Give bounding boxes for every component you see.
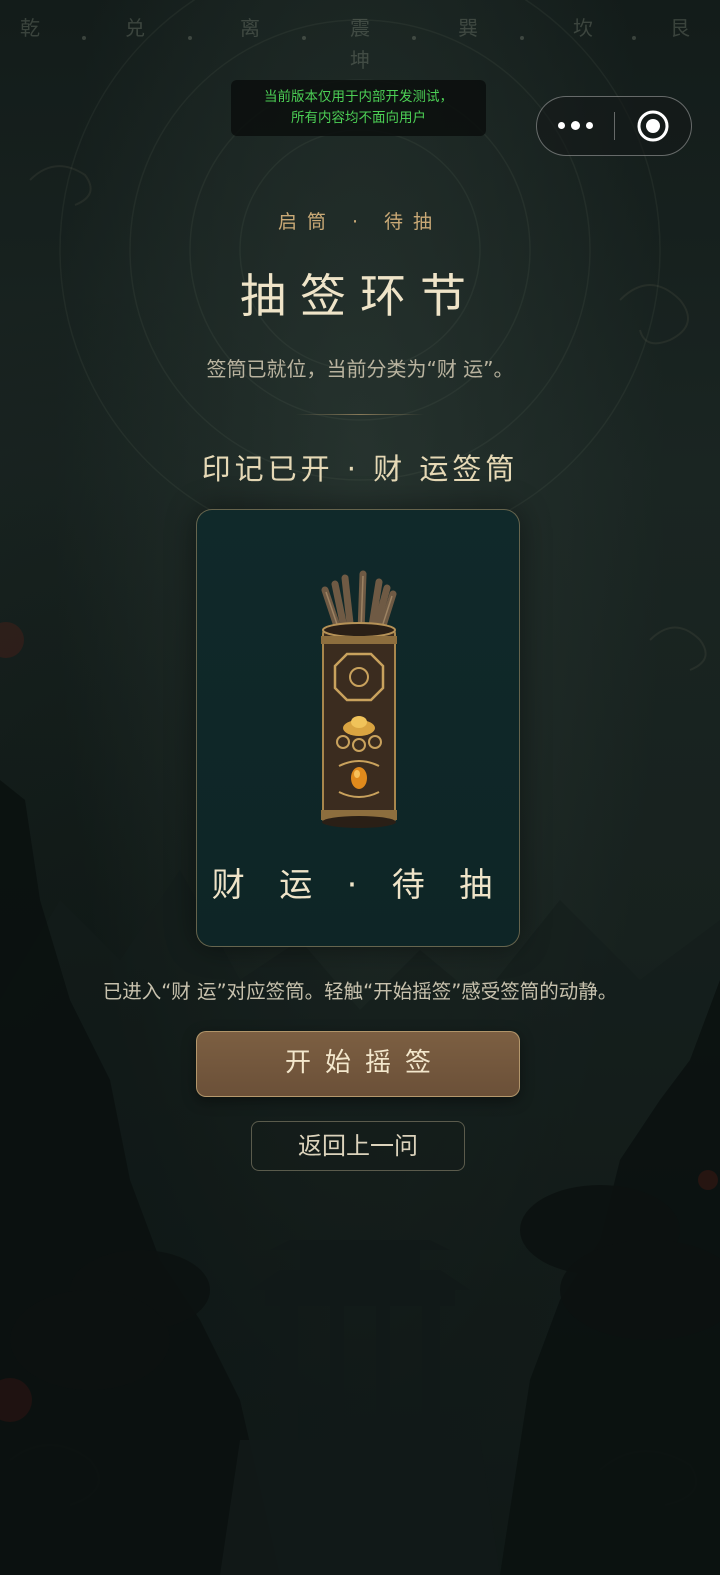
dev-banner-line: 所有内容均不面向用户 <box>291 110 426 126</box>
step-eyebrow: 启筒 · 待抽 <box>277 211 443 233</box>
more-dots-icon[interactable] <box>537 97 614 154</box>
seal-status-heading: 印记已开 · 财 运签筒 <box>201 452 519 486</box>
trigram-label: 震 <box>350 16 370 40</box>
trigram-separator <box>82 36 86 40</box>
fortune-tube-card: 财 运 · 待 抽 <box>196 509 520 947</box>
instruction-hint: 已进入“财 运”对应签筒。轻触“开始摇签”感受签筒的动静。 <box>102 980 618 1003</box>
back-to-previous-button[interactable]: 返回上一问 <box>251 1121 465 1171</box>
trigram-label: 艮 <box>670 16 690 40</box>
dev-test-banner: 当前版本仅用于内部开发测试， 所有内容均不面向用户 <box>231 80 486 136</box>
dot <box>558 122 565 129</box>
trigram-label: 兑 <box>125 16 145 40</box>
bagua-trigram-row: 乾 兑 离 震 巽 坎 艮 <box>0 12 720 42</box>
fortune-stick-tube-image <box>321 570 397 828</box>
trigram-separator <box>520 36 524 40</box>
trigram-separator <box>632 36 636 40</box>
miniprogram-capsule <box>536 96 692 156</box>
trigram-label: 离 <box>240 16 260 40</box>
trigram-separator <box>188 36 192 40</box>
trigram-label: 坤 <box>350 48 370 72</box>
trigram-label: 巽 <box>458 16 478 40</box>
start-shake-button[interactable]: 开始摇签 <box>196 1031 520 1097</box>
section-divider <box>296 414 424 415</box>
trigram-label: 乾 <box>20 16 40 40</box>
trigram-separator <box>302 36 306 40</box>
page-title: 抽签环节 <box>240 269 480 323</box>
target-circle-icon[interactable] <box>615 97 691 154</box>
trigram-label: 坎 <box>573 16 593 40</box>
page-subtitle: 签筒已就位，当前分类为“财 运”。 <box>206 357 514 381</box>
dot <box>571 121 580 130</box>
dot <box>586 122 593 129</box>
card-status-label: 财 运 · 待 抽 <box>211 865 505 904</box>
dev-banner-line: 当前版本仅用于内部开发测试， <box>264 89 453 105</box>
trigram-separator <box>412 36 416 40</box>
